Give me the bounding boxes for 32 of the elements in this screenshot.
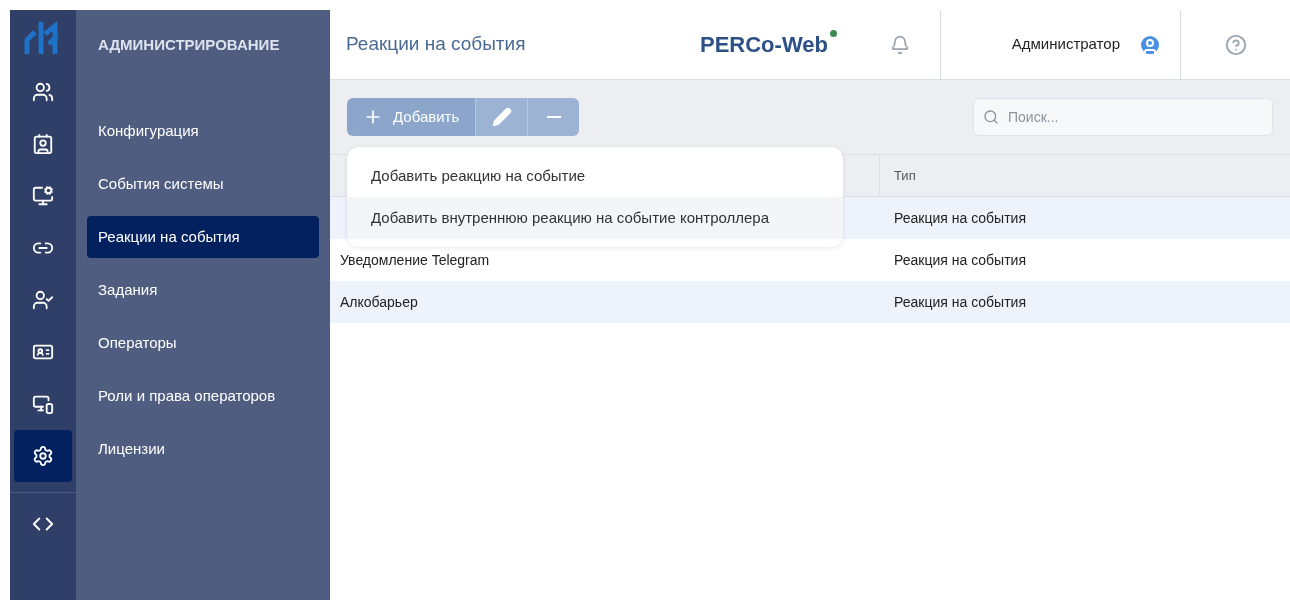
sidebar-item[interactable]: Роли и права операторов (87, 375, 319, 417)
sidebar-item[interactable]: События системы (87, 163, 319, 205)
sidebar-item[interactable]: Задания (87, 269, 319, 311)
user-name[interactable]: Администратор (1011, 33, 1120, 56)
user-check-icon (32, 289, 54, 311)
menu-item[interactable]: Добавить внутреннюю реакцию на событие контроллера (347, 197, 843, 239)
logo-text: PERCo-Web (700, 28, 890, 61)
settings-icon (32, 445, 54, 467)
id-card-icon (32, 133, 54, 155)
table-cell: Уведомление Telegram (340, 251, 490, 268)
search-icon (983, 109, 999, 125)
minus-icon (546, 116, 561, 118)
search-field[interactable]: Поиск... (973, 98, 1273, 136)
notification-icon[interactable] (890, 34, 910, 55)
devices-icon (32, 393, 54, 415)
sidebar-item[interactable]: Конфигурация (87, 110, 319, 152)
page-title: Реакции на события (345, 32, 527, 57)
rail-button[interactable] (14, 430, 72, 482)
sidebar-item[interactable]: Операторы (87, 322, 319, 364)
table-cell-text: Реакция на события (893, 208, 1026, 228)
sidebar-title: АДМИНИСТРИРОВАНИЕ (97, 34, 281, 55)
column-header[interactable]: Тип (880, 165, 916, 186)
table-cell-text: Реакция на события (893, 250, 1026, 270)
pencil-icon (491, 107, 512, 127)
table-cell: Алкобарьер (340, 293, 418, 310)
users-icon (32, 81, 54, 103)
monitor-icon (32, 185, 54, 207)
help-icon[interactable] (1224, 33, 1247, 56)
menu-item[interactable]: Добавить реакцию на событие (347, 155, 843, 197)
table-cell-text: Реакция на события (893, 292, 1026, 312)
sidebar-item[interactable]: Лицензии (87, 428, 319, 470)
sidebar-item[interactable]: Реакции на события (87, 216, 319, 258)
